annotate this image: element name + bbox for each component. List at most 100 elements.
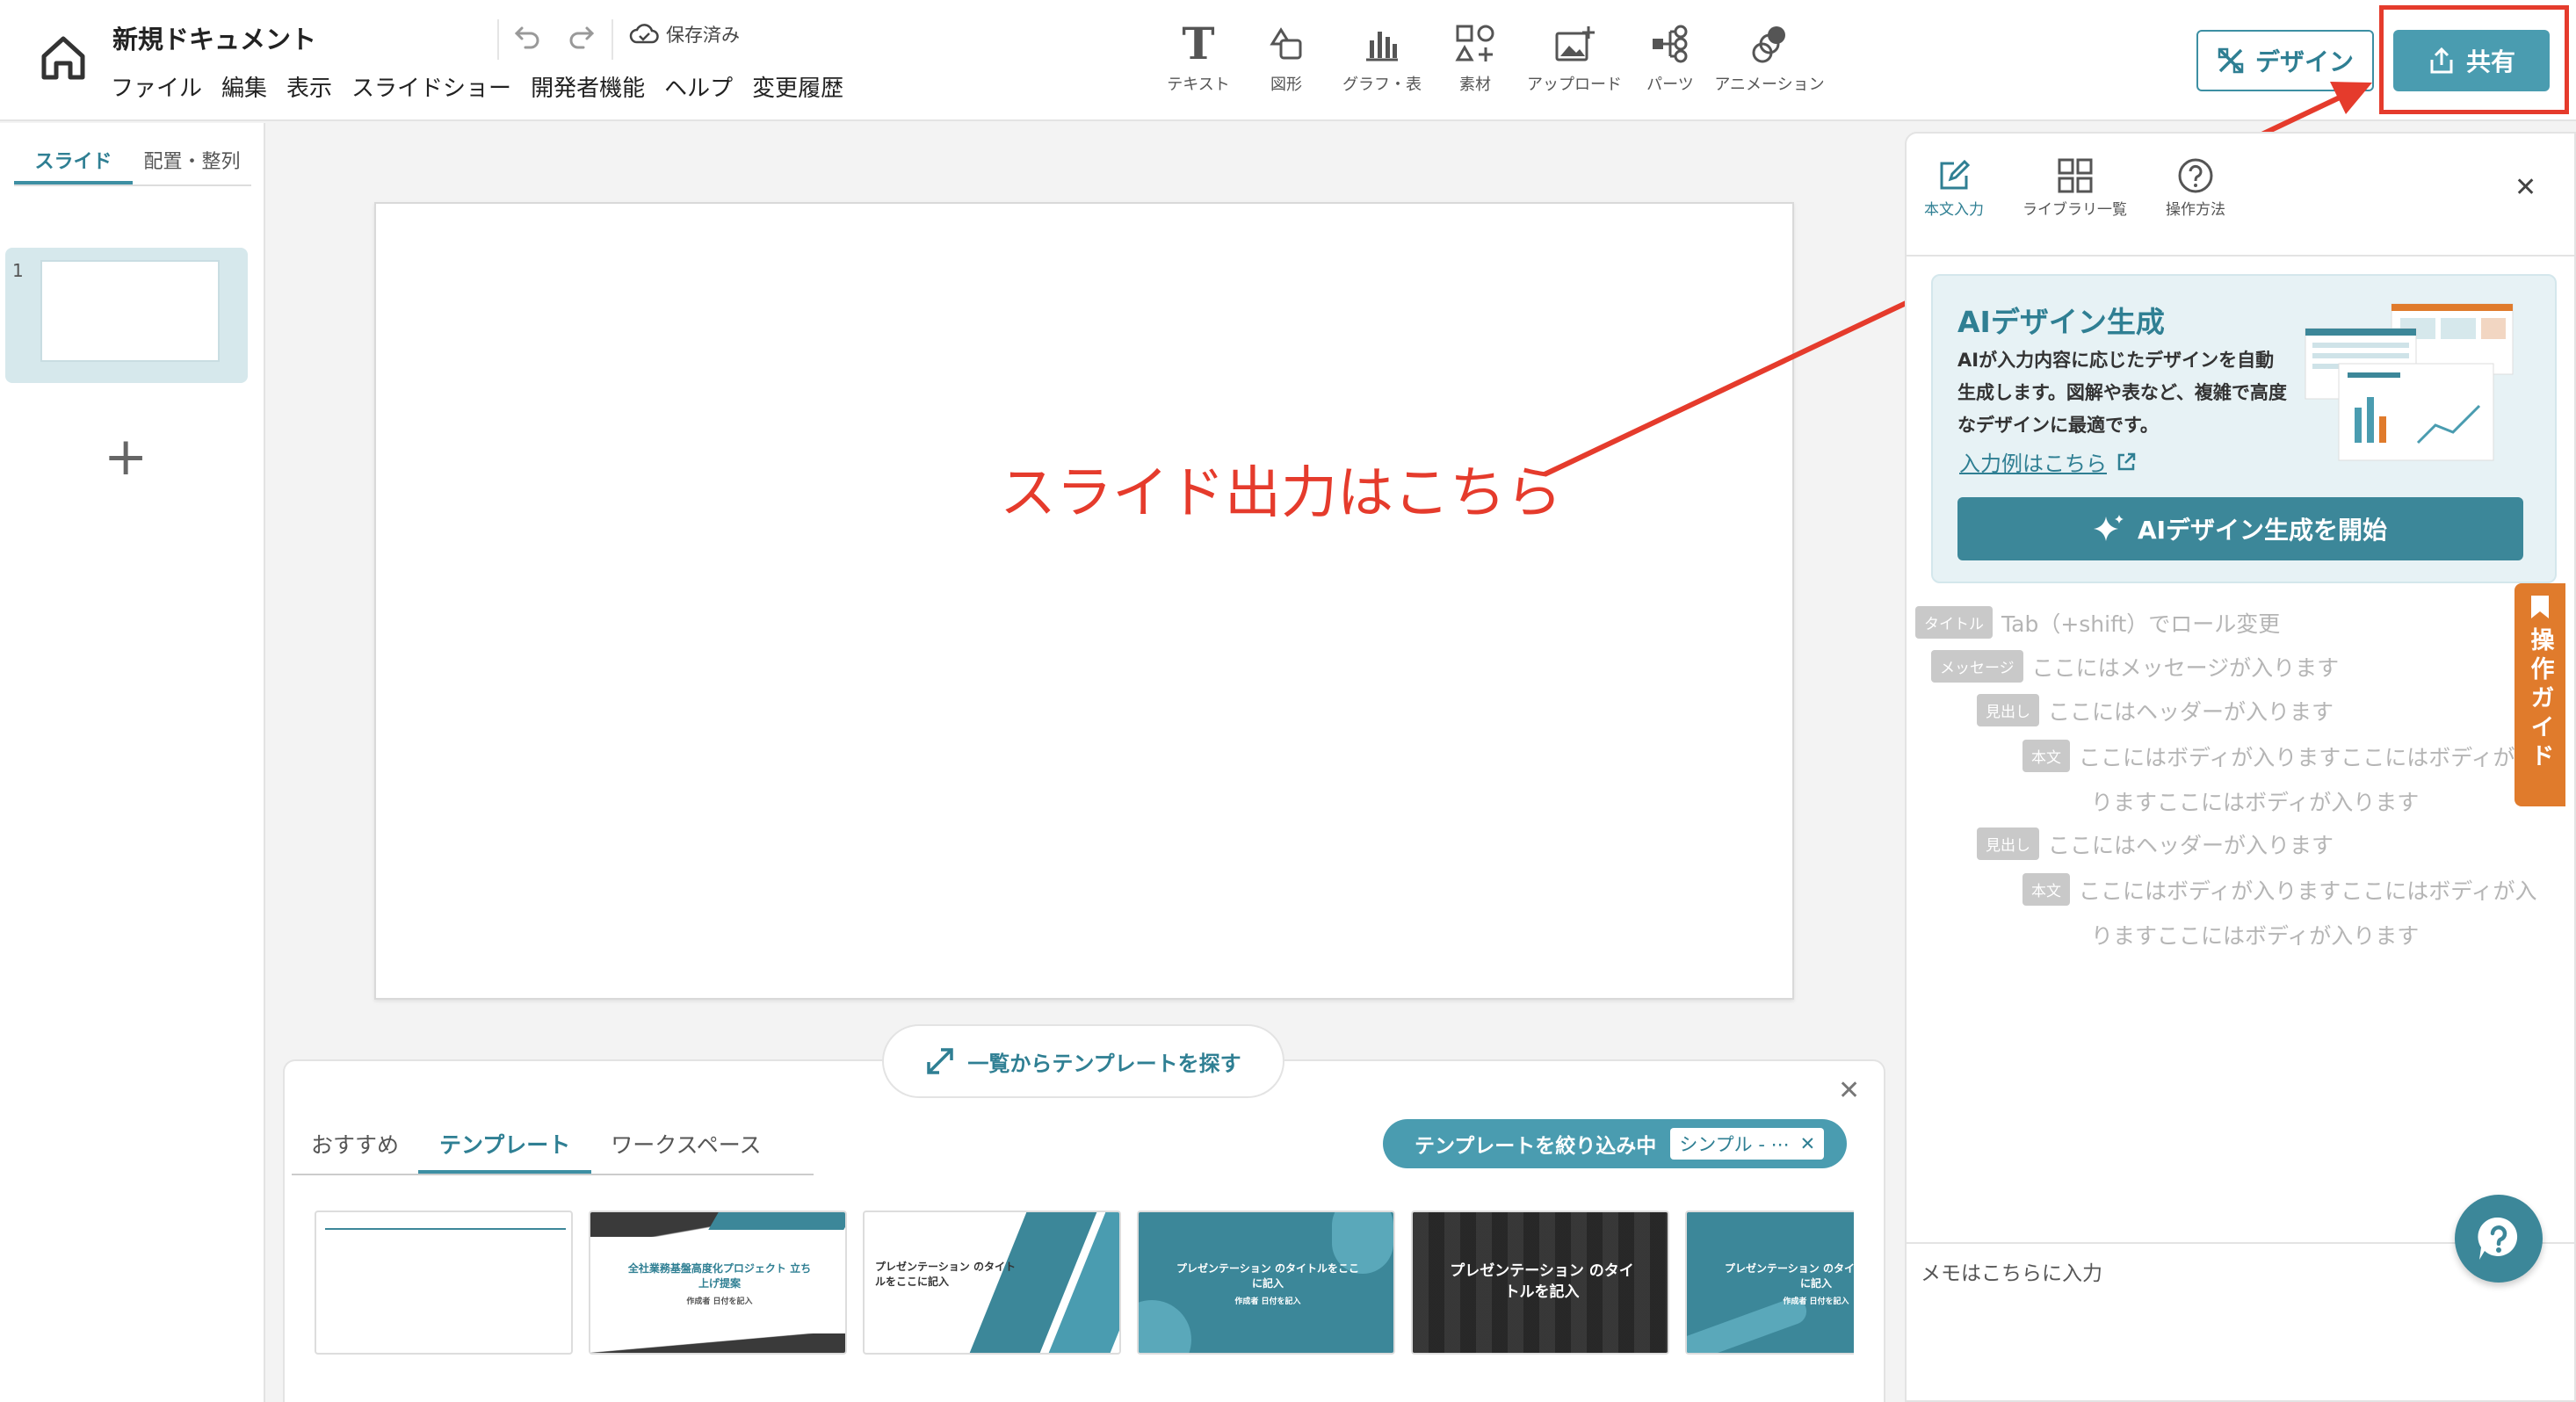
- add-slide-button[interactable]: +: [104, 430, 148, 483]
- sparkle-icon: [2093, 513, 2125, 545]
- tool-material[interactable]: 素材: [1430, 21, 1520, 95]
- outline-row[interactable]: 見出し ここにはヘッダーが入ります: [1977, 694, 2334, 726]
- right-panel-tabs: 本文入力 ライブラリ一覧 操作方法: [1924, 155, 2225, 219]
- external-link-icon: [2116, 452, 2137, 473]
- role-badge: 見出し: [1977, 827, 2039, 860]
- share-highlight-box: [2379, 5, 2569, 114]
- annotation-text: スライド出力はこちら: [1000, 461, 1562, 526]
- template-card[interactable]: 全社業務基盤高度化プロジェクト 立ち上げ提案 作成者 日付を記入: [589, 1210, 847, 1355]
- divider: [497, 19, 499, 60]
- outline-row[interactable]: 本文 ここにはボディが入りますここにはボディが入: [2022, 873, 2537, 906]
- top-bar: 新規ドキュメント ファイル 編集 表示 スライドショー 開発者機能 ヘルプ 変更…: [0, 0, 2576, 121]
- ai-card-title: AIデザイン生成: [1957, 305, 2165, 339]
- role-badge: メッセージ: [1931, 650, 2023, 683]
- role-badge: 見出し: [1977, 694, 2039, 726]
- animation-icon: [1747, 21, 1792, 67]
- tab-library[interactable]: ライブラリ一覧: [2022, 155, 2127, 219]
- slide-canvas[interactable]: [374, 202, 1794, 1000]
- template-filter[interactable]: テンプレートを絞り込み中 シンプル - ⋯ ✕: [1383, 1119, 1847, 1168]
- operation-guide-tab[interactable]: 操作ガイド: [2514, 583, 2565, 806]
- help-circle-icon: [2174, 155, 2217, 197]
- left-panel-tabs: スライド 配置・整列: [14, 141, 251, 186]
- insert-toolbar: T テキスト 図形 グラフ・表 素材 アップロード パーツ アニメーション: [1158, 21, 1827, 95]
- ai-generate-button[interactable]: AIデザイン生成を開始: [1957, 497, 2523, 560]
- home-icon[interactable]: [37, 32, 90, 84]
- tool-upload[interactable]: アップロード: [1520, 21, 1629, 95]
- tool-animation[interactable]: アニメーション: [1711, 21, 1827, 95]
- tool-chart[interactable]: グラフ・表: [1334, 21, 1430, 95]
- find-template-label: 一覧からテンプレートを探す: [967, 1051, 1241, 1076]
- menu-history[interactable]: 変更履歴: [752, 70, 843, 103]
- menu-help[interactable]: ヘルプ: [664, 70, 733, 103]
- tab-template[interactable]: テンプレート: [418, 1117, 592, 1174]
- template-card[interactable]: プレゼンテーション のタイトルをここに記入 作成者 日付を記入: [1685, 1210, 1854, 1355]
- menu-edit[interactable]: 編集: [221, 70, 267, 103]
- outline-text: ここにはメッセージが入ります: [2031, 654, 2340, 681]
- template-card[interactable]: プレゼンテーション のタイトルをここに記入 作成者 日付を記入: [1137, 1210, 1395, 1355]
- filter-clear-icon[interactable]: ✕: [1800, 1133, 1816, 1154]
- menu-developer[interactable]: 開発者機能: [531, 70, 645, 103]
- divider: [1907, 255, 2574, 257]
- tab-how-to[interactable]: 操作方法: [2166, 155, 2225, 219]
- outline-row[interactable]: メッセージ ここにはメッセージが入ります: [1931, 650, 2339, 683]
- design-tools-icon: [2217, 47, 2245, 75]
- ai-card-description: AIが入力内容に応じたデザインを自動生成します。図解や表など、複雑で高度なデザイ…: [1957, 350, 2287, 436]
- grid-icon: [2054, 155, 2096, 197]
- image-upload-icon: [1552, 21, 1597, 67]
- examples-link[interactable]: 入力例はこちら: [1959, 446, 2137, 477]
- expand-icon: [925, 1046, 955, 1076]
- design-button[interactable]: デザイン: [2196, 30, 2374, 91]
- help-chat-button[interactable]: [2455, 1195, 2543, 1283]
- slide-number: 1: [12, 260, 24, 281]
- undo-icon[interactable]: [513, 21, 543, 51]
- tool-parts[interactable]: パーツ: [1629, 21, 1711, 95]
- menu-slideshow[interactable]: スライドショー: [351, 70, 511, 103]
- shape-icon: [1263, 21, 1309, 67]
- role-badge: 本文: [2022, 873, 2070, 906]
- ai-preview-image: [2304, 302, 2523, 464]
- edit-icon: [1933, 155, 1975, 197]
- parts-icon: [1647, 21, 1693, 67]
- outline-text: ここにはボディが入りますここにはボディが入: [2079, 878, 2537, 904]
- template-card[interactable]: [315, 1210, 573, 1355]
- drawer-close-icon[interactable]: ✕: [1838, 1075, 1860, 1106]
- slide-thumbnail[interactable]: [40, 260, 220, 362]
- outline-text-continued: りますここにはボディが入ります: [2091, 790, 2420, 815]
- tab-workspace[interactable]: ワークスペース: [591, 1117, 780, 1174]
- tab-text-input[interactable]: 本文入力: [1924, 155, 1984, 219]
- document-title[interactable]: 新規ドキュメント: [112, 19, 316, 56]
- ai-generate-label: AIデザイン生成を開始: [2137, 516, 2388, 545]
- outline-text: ここにはボディが入りますここにはボディが入: [2079, 744, 2537, 770]
- panel-close-icon[interactable]: ✕: [2514, 172, 2536, 203]
- menu-file[interactable]: ファイル: [111, 70, 202, 103]
- save-status-label: 保存済み: [666, 25, 740, 46]
- redo-icon[interactable]: [566, 21, 596, 51]
- outline-row[interactable]: タイトル Tab（+shift）でロール変更: [1915, 606, 2280, 639]
- tool-text[interactable]: T テキスト: [1158, 21, 1239, 95]
- outline-text: ここにはヘッダーが入ります: [2048, 698, 2334, 725]
- question-bubble-icon: [2472, 1212, 2525, 1265]
- examples-link-label: 入力例はこちら: [1959, 452, 2107, 476]
- template-card[interactable]: プレゼンテーション のタイトルを記入: [1411, 1210, 1669, 1355]
- outline-row[interactable]: 本文 ここにはボディが入りますここにはボディが入: [2022, 740, 2537, 772]
- memo-input[interactable]: [1921, 1256, 2553, 1388]
- template-tabs: おすすめ テンプレート ワークスペース: [292, 1117, 814, 1175]
- outline-row[interactable]: 見出し ここにはヘッダーが入ります: [1977, 827, 2334, 860]
- template-card[interactable]: プレゼンテーション のタイトルをここに記入: [863, 1210, 1121, 1355]
- tab-recommended[interactable]: おすすめ: [292, 1117, 418, 1174]
- text-icon: T: [1182, 18, 1215, 69]
- role-badge: 本文: [2022, 740, 2070, 772]
- filter-chip-label: シンプル - ⋯: [1679, 1134, 1790, 1155]
- template-list: 全社業務基盤高度化プロジェクト 立ち上げ提案 作成者 日付を記入 プレゼンテーシ…: [315, 1210, 1854, 1358]
- tab-arrange[interactable]: 配置・整列: [133, 141, 251, 184]
- design-button-label: デザイン: [2254, 47, 2354, 76]
- filter-chip[interactable]: シンプル - ⋯ ✕: [1670, 1128, 1825, 1160]
- tab-slides[interactable]: スライド: [14, 141, 133, 184]
- tool-shape[interactable]: 図形: [1239, 21, 1334, 95]
- filter-label: テンプレートを絞り込み中: [1415, 1135, 1657, 1158]
- slides-panel: スライド 配置・整列 1 +: [0, 123, 265, 1402]
- menu-view[interactable]: 表示: [286, 70, 332, 103]
- divider: [611, 19, 613, 60]
- cloud-check-icon: [629, 23, 659, 46]
- find-template-button[interactable]: 一覧からテンプレートを探す: [882, 1024, 1284, 1098]
